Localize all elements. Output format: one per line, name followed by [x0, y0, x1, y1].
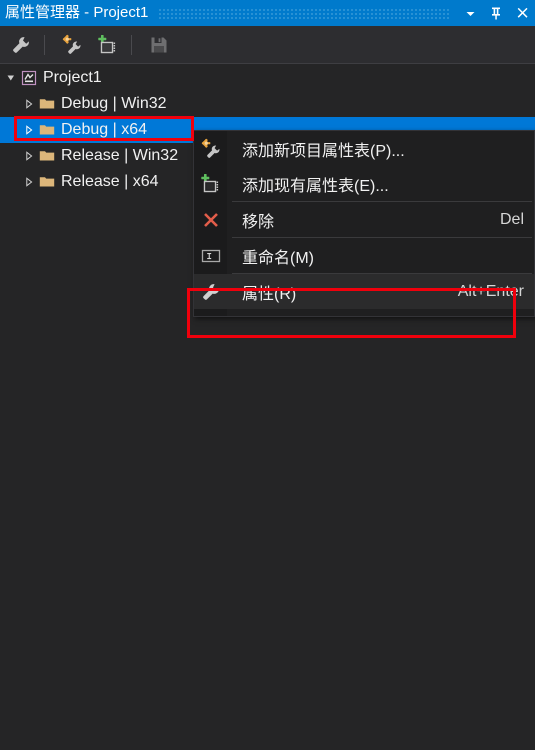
tree-node-label: Release | x64 — [61, 173, 159, 190]
window-title-bar: 属性管理器 - Project1 — [0, 0, 535, 26]
toolbar — [0, 26, 535, 64]
rename-textbox-icon — [194, 238, 227, 273]
tree-node-label: Debug | Win32 — [61, 95, 167, 112]
tree-node-label: Debug | x64 — [61, 121, 147, 138]
page-title: 属性管理器 - Project1 — [5, 4, 149, 21]
add-existing-property-sheet-icon — [194, 166, 227, 201]
toolbar-separator-2 — [131, 34, 132, 55]
properties-button[interactable] — [6, 30, 36, 60]
new-property-sheet-icon — [194, 131, 227, 166]
chevron-down-icon[interactable] — [457, 0, 483, 26]
menu-item-label: 属性(R) — [242, 285, 297, 303]
tree-node-label: Project1 — [43, 69, 102, 86]
add-existing-property-sheet-icon — [98, 34, 116, 53]
context-menu: 添加新项目属性表(P)... 添加现有属性表(E)... 移除 Del 重命名(… — [193, 130, 535, 317]
folder-icon — [38, 174, 56, 190]
menu-item-label: 移除 — [242, 213, 275, 231]
new-property-sheet-icon — [62, 34, 81, 54]
menu-item-label: 重命名(M) — [242, 249, 314, 267]
red-x-icon — [194, 202, 227, 237]
add-new-project-property-sheet-button[interactable] — [57, 30, 87, 60]
menu-item-properties[interactable]: 属性(R) Alt+Enter — [194, 274, 534, 309]
expand-collapse-icon-collapsed[interactable] — [22, 123, 36, 137]
wrench-icon — [13, 36, 29, 53]
expand-collapse-icon-expanded[interactable] — [4, 71, 18, 85]
menu-item-remove[interactable]: 移除 Del — [194, 202, 534, 237]
tree-node-root[interactable]: Project1 — [0, 65, 535, 91]
context-menu-bottom-padding — [194, 309, 534, 316]
property-sheet-icon — [20, 70, 38, 86]
close-icon[interactable] — [509, 0, 535, 26]
menu-item-label: 添加现有属性表(E)... — [242, 177, 389, 195]
menu-item-rename[interactable]: 重命名(M) — [194, 238, 534, 273]
menu-item-add-existing-property-sheet[interactable]: 添加现有属性表(E)... — [194, 166, 534, 201]
tree-node-label: Release | Win32 — [61, 147, 179, 164]
expand-collapse-icon-collapsed[interactable] — [22, 97, 36, 111]
toolbar-separator-1 — [44, 34, 45, 55]
menu-item-shortcut: Alt+Enter — [457, 282, 524, 300]
menu-item-shortcut: Del — [499, 210, 524, 228]
pin-icon[interactable] — [483, 0, 509, 26]
expand-collapse-icon-collapsed[interactable] — [22, 149, 36, 163]
menu-item-add-new-project-property-sheet[interactable]: 添加新项目属性表(P)... — [194, 131, 534, 166]
tree-node-debug-win32[interactable]: Debug | Win32 — [0, 91, 535, 117]
folder-icon — [38, 96, 56, 112]
wrench-icon — [194, 274, 227, 309]
folder-icon — [38, 148, 56, 164]
expand-collapse-icon-collapsed[interactable] — [22, 175, 36, 189]
save-button[interactable] — [144, 30, 174, 60]
add-existing-property-sheet-button[interactable] — [93, 30, 123, 60]
save-disk-icon — [151, 37, 167, 52]
menu-item-label: 添加新项目属性表(P)... — [242, 142, 405, 160]
folder-icon — [38, 122, 56, 138]
title-bar-grip[interactable] — [158, 6, 449, 20]
